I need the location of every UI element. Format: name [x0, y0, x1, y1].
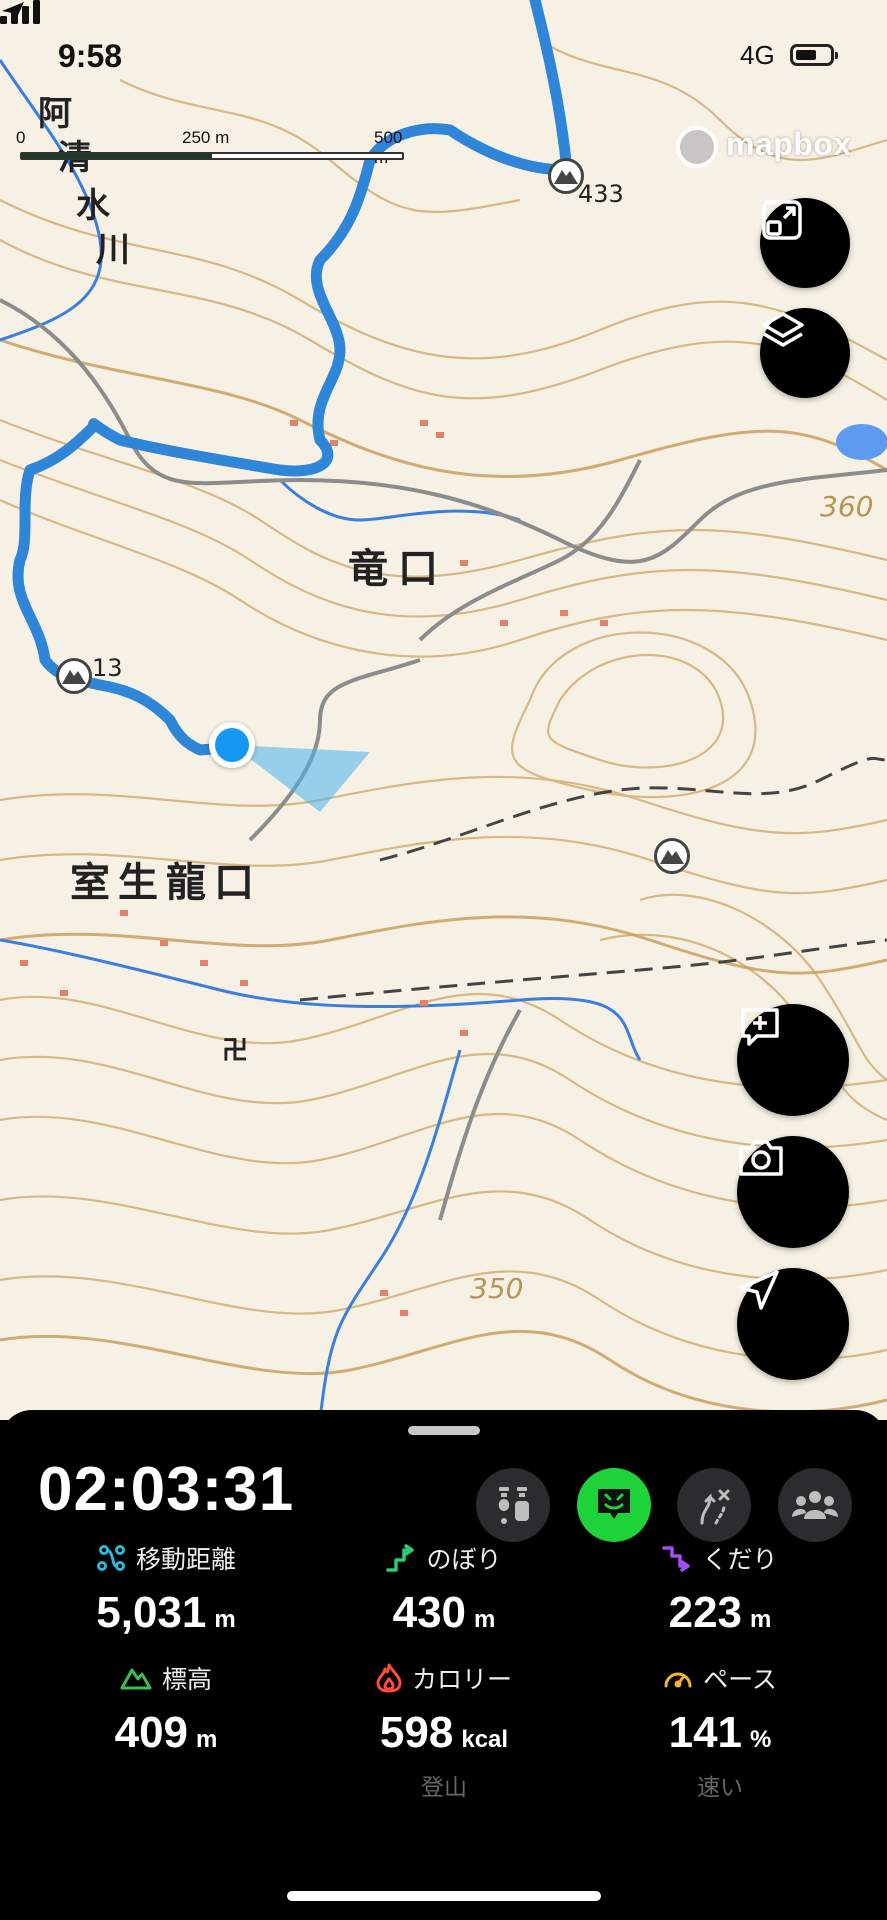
elevation-label-13: 13 — [92, 654, 123, 682]
mapbox-logo-icon — [676, 126, 718, 168]
peak-icon[interactable] — [654, 838, 690, 874]
camera-button[interactable] — [737, 1136, 849, 1248]
add-note-icon — [741, 1008, 779, 1046]
place-label-kawa: 川 — [96, 230, 130, 270]
navigate-button[interactable] — [737, 1268, 849, 1380]
stat-descent: くだり 223 m — [590, 1540, 850, 1638]
stat-calories-value: 598 — [379, 1708, 454, 1757]
calorie-icon — [376, 1663, 402, 1693]
stat-calories-unit: kcal — [461, 1726, 509, 1753]
stat-pace-rating: 速い — [697, 1775, 743, 1801]
elapsed-time: 02:03:31 — [38, 1455, 295, 1524]
railway — [299, 756, 887, 1002]
place-label-ryuguchi: 竜口 — [348, 546, 448, 592]
temple-symbol: 卍 — [222, 1036, 249, 1066]
status-time: 9:58 — [58, 38, 123, 74]
cellular-signal-icon — [0, 0, 40, 24]
expand-icon — [762, 200, 802, 240]
mapbox-logo[interactable]: mapbox — [676, 122, 866, 172]
route-track — [12, 0, 573, 756]
route-deviation-icon — [700, 1489, 730, 1525]
group-icon — [792, 1491, 838, 1519]
scale-label-250: 250 m — [182, 128, 230, 147]
elevation-label-350: 350 — [470, 1272, 524, 1305]
stat-elevation-value: 409 — [114, 1708, 189, 1757]
battery-icon — [790, 44, 838, 66]
stat-ascent-value: 430 — [392, 1588, 467, 1637]
distance-icon — [96, 1545, 125, 1571]
elevation-icon — [120, 1668, 152, 1690]
stat-ascent-label: のぼり — [426, 1545, 502, 1574]
layers-icon — [762, 312, 804, 347]
place-label-mizu: 水 — [76, 186, 110, 226]
group-button[interactable] — [778, 1468, 852, 1542]
scale-bar: 0 250 m 500 m — [16, 128, 404, 168]
gear-checklist-button[interactable] — [476, 1468, 550, 1542]
elevation-label-433: 433 — [578, 180, 624, 208]
stat-ascent-unit: m — [474, 1606, 496, 1633]
user-location-dot — [209, 722, 255, 768]
stat-elevation: 標高 409 m — [36, 1660, 296, 1758]
ascent-icon — [386, 1544, 415, 1572]
mapbox-logo-text: mapbox — [726, 126, 852, 162]
stat-ascent: のぼり 430 m — [314, 1540, 574, 1638]
gear-checklist-icon — [498, 1487, 529, 1524]
network-type: 4G — [740, 40, 775, 70]
stat-calories-activity: 登山 — [421, 1775, 467, 1801]
scale-bar-track — [20, 152, 404, 160]
descent-icon — [662, 1546, 691, 1572]
peak-icon[interactable] — [548, 158, 584, 194]
safety-bell-icon — [598, 1489, 630, 1519]
add-note-button[interactable] — [737, 1004, 849, 1116]
activity-panel: 02:03:31 移動距離 5,031 m のぼり 430 m くだり 223 … — [0, 1410, 887, 1920]
camera-icon — [739, 1140, 783, 1176]
place-label-murou-ryuguchi: 室生龍口 — [70, 860, 262, 906]
pace-icon — [664, 1672, 692, 1688]
stat-pace-label: ペース — [703, 1665, 777, 1694]
safety-mode-button[interactable] — [577, 1468, 651, 1542]
stat-elevation-unit: m — [196, 1726, 218, 1753]
peak-icon[interactable] — [56, 658, 92, 694]
expand-button[interactable] — [760, 198, 850, 288]
stat-elevation-label: 標高 — [161, 1665, 212, 1694]
stat-distance: 移動距離 5,031 m — [36, 1540, 296, 1638]
navigate-icon — [739, 1270, 779, 1310]
stat-distance-value: 5,031 — [96, 1588, 207, 1637]
elevation-label-360: 360 — [820, 490, 874, 523]
stat-calories-label: カロリー — [411, 1665, 512, 1694]
panel-drag-handle[interactable] — [408, 1426, 480, 1435]
stat-pace: ペース 141% 速い — [590, 1660, 850, 1802]
scale-label-0: 0 — [16, 128, 26, 147]
stat-descent-unit: m — [750, 1606, 772, 1633]
stat-descent-label: くだり — [702, 1545, 778, 1574]
stat-descent-value: 223 — [668, 1588, 743, 1637]
layers-button[interactable] — [760, 308, 850, 398]
scale-label-500: 500 m — [374, 128, 403, 167]
stat-pace-value: 141 — [668, 1708, 743, 1757]
status-bar: 9:58 4G — [0, 0, 887, 110]
stat-distance-unit: m — [214, 1606, 236, 1633]
stat-distance-label: 移動距離 — [135, 1545, 236, 1574]
pond — [836, 424, 887, 460]
stat-calories: カロリー 598 kcal 登山 — [314, 1660, 574, 1802]
stat-pace-unit: % — [750, 1726, 772, 1753]
home-indicator[interactable] — [287, 1891, 601, 1901]
route-deviation-button[interactable] — [677, 1468, 751, 1542]
map-view[interactable]: 阿 清 水 川 竜口 室生龍口 卍 433 13 360 350 0 250 m… — [0, 0, 887, 1420]
